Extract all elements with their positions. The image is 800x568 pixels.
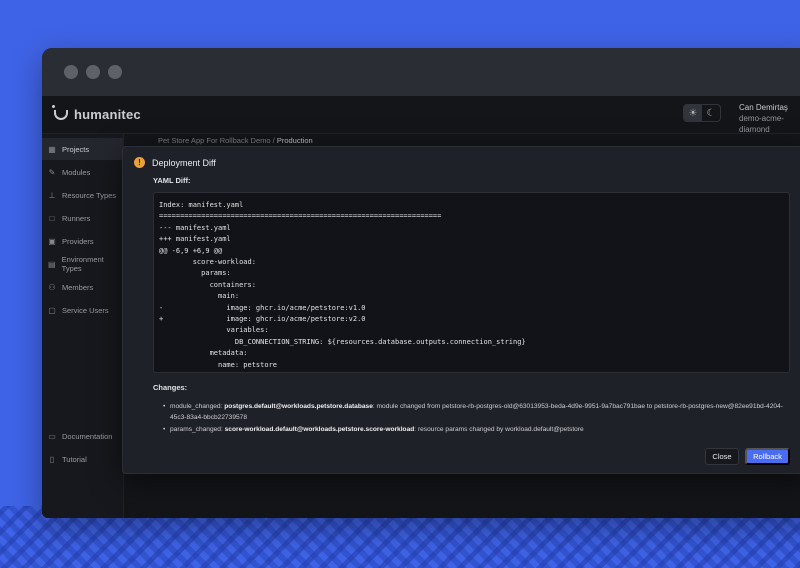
deployment-diff-modal: ! Deployment Diff YAML Diff: Index: mani…	[122, 146, 800, 474]
change-target: score-workload.default@workloads.petstor…	[224, 426, 415, 433]
rollback-button[interactable]: Rollback	[745, 448, 790, 465]
change-key: module_changed:	[170, 403, 223, 410]
modal-title-text: Deployment Diff	[152, 157, 216, 168]
browser-window: humanitec ☀ ☾ Can Demirtaş demo-acme-dia…	[42, 48, 800, 518]
change-text: : resource params changed by workload.de…	[414, 426, 584, 433]
modal-title: ! Deployment Diff	[134, 157, 216, 168]
window-titlebar	[42, 48, 800, 96]
change-key: params_changed:	[170, 426, 223, 433]
yaml-diff-block: Index: manifest.yaml ===================…	[153, 192, 790, 373]
close-button[interactable]: Close	[705, 448, 739, 465]
changes-list: module_changed: postgres.default@workloa…	[163, 402, 783, 438]
change-target: postgres.default@workloads.petstore.data…	[224, 403, 373, 410]
list-item: params_changed: score-workload.default@w…	[163, 425, 783, 436]
window-close-dot[interactable]	[64, 65, 78, 79]
window-minimize-dot[interactable]	[86, 65, 100, 79]
warning-icon: !	[134, 157, 145, 168]
yaml-diff-label: YAML Diff:	[153, 176, 191, 185]
changes-label: Changes:	[153, 383, 188, 392]
window-maximize-dot[interactable]	[108, 65, 122, 79]
list-item: module_changed: postgres.default@workloa…	[163, 402, 783, 423]
